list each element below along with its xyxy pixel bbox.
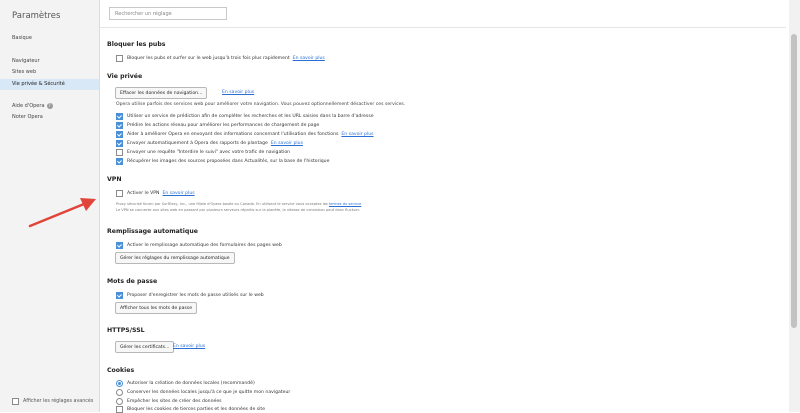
annotation-arrow-icon	[28, 198, 96, 228]
